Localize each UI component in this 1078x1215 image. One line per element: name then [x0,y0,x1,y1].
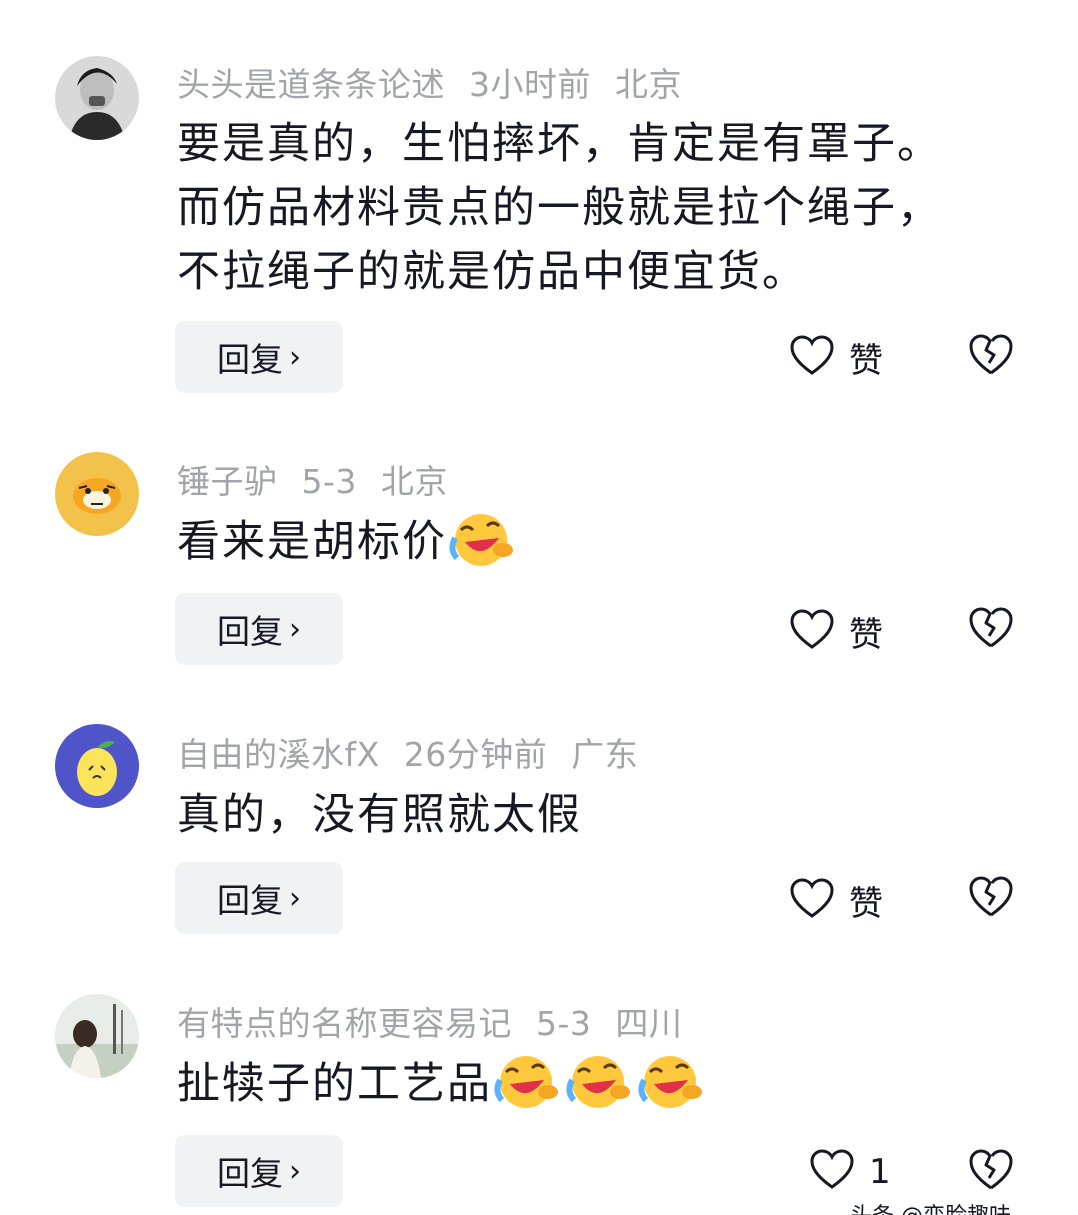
chevron-right-icon: › [289,339,301,375]
location: 北京 [380,462,448,501]
comment-list: 头头是道条条论述 3小时前 北京 要是真的，生怕摔坏，肯定是有罩子。 而仿品材料贵点… [0,0,1078,1215]
like-button[interactable]: 赞 [789,607,883,656]
dislike-button[interactable] [968,1148,1014,1192]
comment-meta: 自由的溪水fX 26分钟前 广东 [177,728,662,776]
broken-heart-icon [968,607,1014,654]
like-count: 1 [869,1152,891,1192]
comment-text: 要是真的，生怕摔坏，肯定是有罩子。 而仿品材料贵点的一般就是拉个绳子， 不拉绳子… [177,112,1037,304]
chevron-right-icon: › [289,880,301,916]
like-label: 赞 [849,615,883,655]
comment-line: 不拉绳子的就是仿品中便宜货。 [177,247,807,297]
comment-line: 扯犊子的工艺品 [177,1059,492,1109]
timestamp: 3小时前 [469,65,591,104]
comment-text: 扯犊子的工艺品 [177,1052,1037,1116]
username[interactable]: 自由的溪水fX [177,735,380,774]
timestamp: 5-3 [536,1004,592,1043]
location: 四川 [615,1004,683,1043]
broken-heart-icon [968,1149,1014,1196]
watermark: 头条 @变脸趣味 [850,1198,1011,1215]
username[interactable]: 锤子驴 [177,462,278,501]
heart-icon [789,608,835,655]
username[interactable]: 头头是道条条论述 [177,65,445,104]
reply-button[interactable]: 回复 › [175,321,343,393]
chevron-right-icon: › [289,1153,301,1189]
like-button[interactable]: 赞 [789,333,883,382]
like-label: 赞 [849,341,883,381]
comment-meta: 有特点的名称更容易记 5-3 四川 [177,997,706,1045]
avatar[interactable] [55,452,139,536]
laughing-crying-emoji-icon [564,1052,630,1110]
reply-label: 回复 [217,1154,283,1193]
avatar[interactable] [55,724,139,808]
chevron-right-icon: › [289,611,301,647]
username[interactable]: 有特点的名称更容易记 [177,1004,512,1043]
location: 北京 [615,65,682,104]
dislike-button[interactable] [968,606,1014,650]
dislike-button[interactable] [968,333,1014,377]
comment-text: 看来是胡标价 [177,510,1037,574]
timestamp: 26分钟前 [403,735,548,774]
reply-button[interactable]: 回复 › [175,1135,343,1207]
comment-line: 真的，没有照就太假 [177,790,582,840]
laughing-crying-emoji-icon [492,1052,558,1110]
heart-icon [809,1149,855,1195]
heart-icon [789,877,835,924]
reply-label: 回复 [217,612,283,651]
comment-meta: 头头是道条条论述 3小时前 北京 [177,58,706,106]
timestamp: 5-3 [301,462,357,501]
comment-line: 而仿品材料贵点的一般就是拉个绳子， [177,183,942,233]
avatar[interactable] [55,56,139,140]
reply-button[interactable]: 回复 › [175,593,343,665]
reply-label: 回复 [217,881,283,920]
comment-text: 真的，没有照就太假 [177,783,1037,847]
broken-heart-icon [968,876,1014,923]
comment-line: 看来是胡标价 [177,517,447,567]
heart-icon [789,334,835,381]
laughing-crying-emoji-icon [636,1052,702,1110]
dislike-button[interactable] [968,875,1014,919]
avatar[interactable] [55,994,139,1078]
reply-label: 回复 [217,340,283,379]
like-button[interactable]: 1 [809,1149,891,1195]
comment-line: 要是真的，生怕摔坏，肯定是有罩子。 [177,119,942,169]
like-label: 赞 [849,884,883,924]
broken-heart-icon [968,334,1014,381]
laughing-crying-emoji-icon [447,510,513,568]
reply-button[interactable]: 回复 › [175,862,343,934]
location: 广东 [571,735,639,774]
like-button[interactable]: 赞 [789,876,883,925]
comment-meta: 锤子驴 5-3 北京 [177,455,472,503]
